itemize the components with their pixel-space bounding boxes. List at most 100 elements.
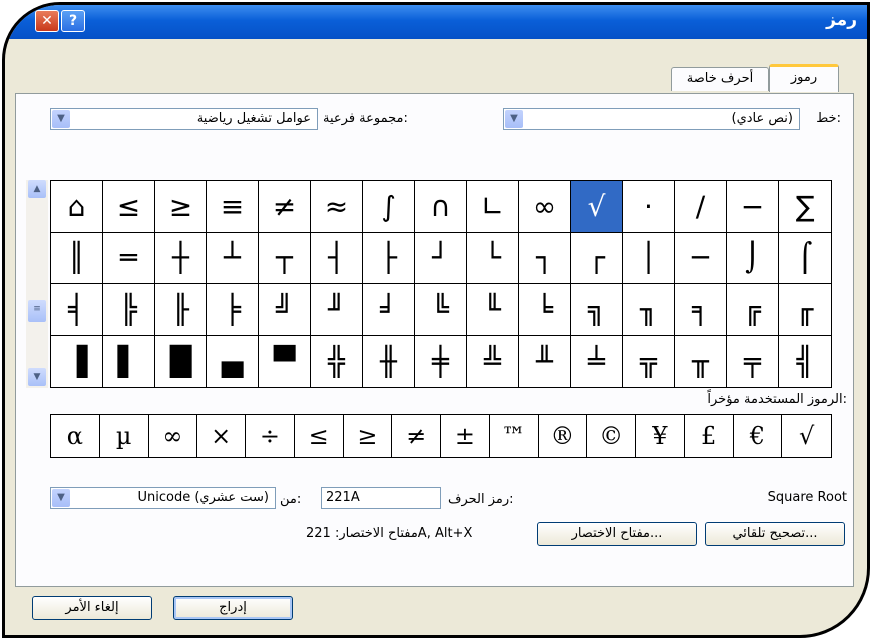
symbol-cell[interactable]: ╓ xyxy=(779,284,831,336)
tab-symbols[interactable]: رموز xyxy=(769,64,839,92)
symbol-cell[interactable]: ╞ xyxy=(207,284,259,336)
font-select[interactable]: ▼ (نص عادي) xyxy=(503,108,800,130)
symbol-cell[interactable]: ┤ xyxy=(311,232,363,284)
symbol-cell[interactable]: ╡ xyxy=(51,284,103,336)
symbol-cell[interactable]: − xyxy=(727,181,779,233)
symbol-cell[interactable]: ∫ xyxy=(363,181,415,233)
symbol-cell[interactable]: ╧ xyxy=(571,335,623,387)
title-bar[interactable]: ✕ ? رمز xyxy=(5,5,867,39)
symbol-cell[interactable]: ╦ xyxy=(623,335,675,387)
chevron-down-icon: ▼ xyxy=(52,110,70,128)
symbol-cell[interactable]: ╠ xyxy=(103,284,155,336)
symbol-cell[interactable]: ╩ xyxy=(467,335,519,387)
symbol-cell[interactable]: ∩ xyxy=(415,181,467,233)
symbol-cell[interactable]: └ xyxy=(467,232,519,284)
insert-button[interactable]: إدراج xyxy=(173,596,293,620)
symbol-cell[interactable]: ╖ xyxy=(623,284,675,336)
symbol-cell[interactable]: ▄ xyxy=(207,335,259,387)
recent-symbol[interactable]: ± xyxy=(441,415,490,457)
recent-symbol[interactable]: £ xyxy=(685,415,734,457)
subset-select[interactable]: ▼ عوامل تشغيل رياضية xyxy=(50,108,318,130)
symbol-cell[interactable]: ▌ xyxy=(103,335,155,387)
cancel-button[interactable]: إلغاء الأمر xyxy=(32,596,152,620)
symbol-cell[interactable]: ⌡ xyxy=(727,232,779,284)
scroll-down-icon[interactable]: ▼ xyxy=(28,368,46,386)
symbol-cell[interactable]: ≥ xyxy=(155,181,207,233)
recent-symbol[interactable]: α xyxy=(51,415,100,457)
symbol-cell[interactable]: ╛ xyxy=(363,284,415,336)
symbol-cell[interactable]: ∟ xyxy=(467,181,519,233)
symbol-cell[interactable]: ╬ xyxy=(311,335,363,387)
scroll-thumb[interactable]: ≡ xyxy=(28,300,46,322)
recent-symbol[interactable]: ¥ xyxy=(636,415,685,457)
symbol-cell[interactable]: █ xyxy=(155,335,207,387)
recent-symbol[interactable]: µ xyxy=(100,415,149,457)
chevron-down-icon: ▼ xyxy=(52,489,70,507)
symbol-cell[interactable]: ▐ xyxy=(51,335,103,387)
autocorrect-button[interactable]: تصحيح تلقائي... xyxy=(705,522,845,546)
symbol-cell[interactable]: │ xyxy=(623,232,675,284)
shortcut-text: مفتاح الاختصار: 221A, Alt+X xyxy=(306,526,473,541)
help-button[interactable]: ? xyxy=(61,10,85,32)
symbol-cell[interactable]: ╟ xyxy=(155,284,207,336)
recent-symbol[interactable]: © xyxy=(587,415,636,457)
char-code-input[interactable]: 221A xyxy=(321,487,441,509)
symbol-cell[interactable]: ┬ xyxy=(259,232,311,284)
symbol-cell[interactable]: ≤ xyxy=(103,181,155,233)
symbol-cell[interactable]: · xyxy=(623,181,675,233)
tab-special-characters[interactable]: أحرف خاصة xyxy=(671,67,769,91)
symbol-cell[interactable]: ╔ xyxy=(727,284,779,336)
symbol-cell[interactable]: ║ xyxy=(51,232,103,284)
symbol-cell[interactable]: ┐ xyxy=(519,232,571,284)
symbol-cell[interactable]: ╕ xyxy=(675,284,727,336)
symbol-cell[interactable]: ┘ xyxy=(415,232,467,284)
symbol-cell[interactable]: √ xyxy=(571,181,623,233)
recent-symbol[interactable]: ≤ xyxy=(295,415,344,457)
recent-symbol[interactable]: ÷ xyxy=(246,415,295,457)
symbol-cell[interactable]: ≡ xyxy=(207,181,259,233)
symbol-cell[interactable]: ╙ xyxy=(467,284,519,336)
symbol-cell[interactable]: ┌ xyxy=(571,232,623,284)
symbol-cell[interactable]: ╥ xyxy=(675,335,727,387)
symbol-cell[interactable]: ≈ xyxy=(311,181,363,233)
symbol-cell[interactable]: ─ xyxy=(675,232,727,284)
close-button[interactable]: ✕ xyxy=(35,10,59,32)
symbol-cell[interactable]: ∞ xyxy=(519,181,571,233)
symbol-cell[interactable]: ∕ xyxy=(675,181,727,233)
recent-symbol[interactable]: ® xyxy=(539,415,588,457)
symbol-cell[interactable]: ▀ xyxy=(259,335,311,387)
symbol-cell[interactable]: ╜ xyxy=(311,284,363,336)
recent-symbol[interactable]: € xyxy=(734,415,783,457)
symbol-cell[interactable]: ╚ xyxy=(415,284,467,336)
symbol-cell[interactable]: ╪ xyxy=(415,335,467,387)
symbol-cell[interactable]: ≠ xyxy=(259,181,311,233)
symbol-cell[interactable]: ┼ xyxy=(155,232,207,284)
recent-symbol[interactable]: ≠ xyxy=(392,415,441,457)
symbol-cell[interactable]: ⌠ xyxy=(779,233,831,284)
char-code-label: رمز الحرف: xyxy=(448,492,514,507)
scroll-up-icon[interactable]: ▲ xyxy=(28,180,46,198)
symbol-cell[interactable]: ═ xyxy=(103,232,155,284)
symbol-cell[interactable]: ⌂ xyxy=(51,181,103,233)
subset-value: عوامل تشغيل رياضية xyxy=(196,111,311,126)
symbol-cell[interactable]: ∑ xyxy=(779,181,831,233)
symbol-cell[interactable]: ╣ xyxy=(779,336,831,388)
symbol-cell[interactable]: ├ xyxy=(363,232,415,284)
recent-symbol[interactable]: × xyxy=(197,415,246,457)
symbol-cell[interactable]: ╨ xyxy=(519,335,571,387)
symbol-cell[interactable]: ┴ xyxy=(207,232,259,284)
symbol-cell[interactable]: ╗ xyxy=(571,284,623,336)
recent-symbol[interactable]: ≥ xyxy=(344,415,393,457)
recent-symbol[interactable]: ∞ xyxy=(149,415,198,457)
symbol-cell[interactable]: ╘ xyxy=(519,284,571,336)
from-select[interactable]: ▼ Unicode (ست عشري) xyxy=(50,487,276,509)
symbol-cell[interactable]: ╫ xyxy=(363,335,415,387)
symbol-grid-scrollbar[interactable]: ▲ ≡ ▼ xyxy=(26,180,48,388)
recent-symbol[interactable]: ™ xyxy=(490,415,539,457)
symbol-cell[interactable]: ╝ xyxy=(259,284,311,336)
recent-symbol[interactable]: √ xyxy=(782,415,831,457)
chevron-down-icon: ▼ xyxy=(505,110,523,128)
symbol-cell[interactable]: ╤ xyxy=(727,335,779,387)
symbol-dialog: ✕ ? رمز رموز أحرف خاصة خط: ▼ (نص عادي) م… xyxy=(2,2,870,638)
shortcut-key-button[interactable]: مفتاح الاختصار... xyxy=(537,522,697,546)
